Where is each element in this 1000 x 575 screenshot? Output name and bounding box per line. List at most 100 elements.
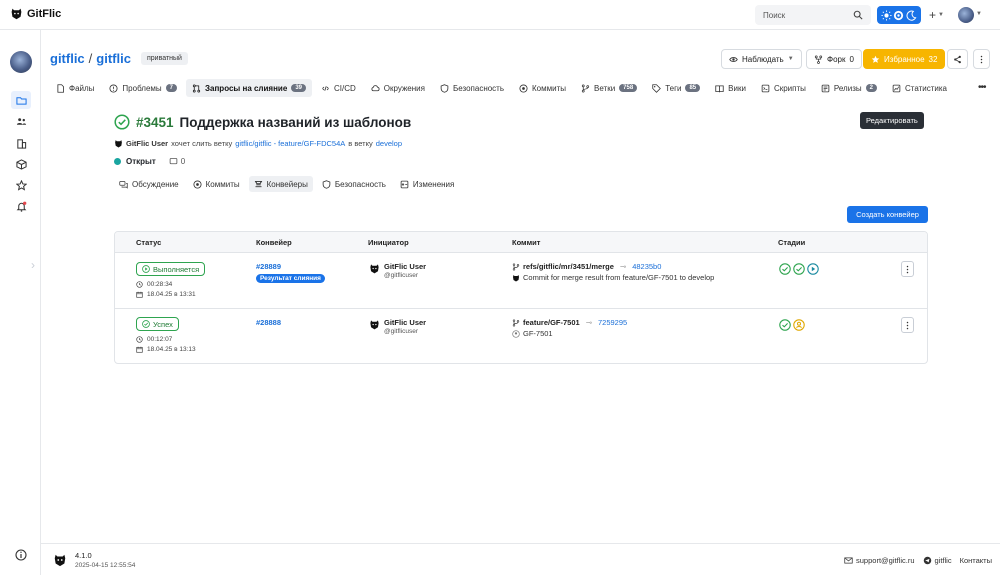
issue-icon [109, 83, 118, 93]
date-text: 18.04.25 в 13:13 [147, 346, 196, 353]
stage-manual-icon[interactable] [793, 319, 805, 331]
pipeline-link[interactable]: #28889 [256, 262, 281, 271]
status-badge[interactable]: Выполняется [136, 262, 206, 276]
tab-label: CI/CD [334, 83, 356, 93]
tab-pipelines[interactable]: Конвейеры [248, 176, 313, 192]
tab-statistics[interactable]: Статистика [886, 79, 953, 97]
users-icon [16, 117, 26, 125]
bell-icon [16, 201, 26, 212]
tab-changes[interactable]: Изменения [395, 176, 459, 192]
row-menu-button[interactable] [901, 317, 914, 333]
tab-label: Окружения [383, 83, 425, 93]
fork-count: 0 [849, 54, 854, 64]
sun-icon[interactable] [881, 9, 892, 21]
create-pipeline-button[interactable]: Создать конвейер [847, 206, 928, 223]
tab-label: Файлы [69, 83, 95, 93]
visibility-badge: приватный [140, 52, 188, 65]
tab-releases[interactable]: Релизы 2 [815, 79, 883, 97]
stage-success-icon[interactable] [779, 263, 791, 275]
tab-discussion[interactable]: Обсуждение [114, 176, 184, 192]
search-box[interactable] [755, 5, 871, 25]
sidebar-item-favorites[interactable] [11, 176, 31, 194]
chevron-down-icon[interactable]: ▼ [976, 11, 982, 17]
column-header-stages: Стадии [778, 238, 806, 247]
search-input[interactable] [763, 10, 849, 20]
chevron-down-icon: ▼ [787, 56, 794, 62]
moon-icon[interactable] [906, 10, 917, 21]
tab-label: Обсуждение [132, 179, 179, 189]
status-badge[interactable]: Успех [136, 317, 179, 331]
tab-issues[interactable]: Проблемы 7 [103, 79, 183, 97]
commit-message-text: GF-7501 [523, 329, 553, 338]
commit-ref: refs/gitflic/mr/3451/merge ⊸ 48235b0 [512, 262, 661, 271]
initiator-name[interactable]: GitFlic User [384, 318, 426, 327]
sidebar-item-teams[interactable] [11, 112, 31, 130]
ref-name[interactable]: feature/GF-7501 [523, 318, 580, 327]
create-menu-button[interactable]: + ▼ [929, 8, 944, 22]
share-button[interactable] [947, 49, 968, 69]
favorite-button[interactable]: Избранное 32 [863, 49, 946, 69]
mr-author[interactable]: GitFlic User [126, 139, 168, 148]
diff-icon [400, 180, 409, 188]
script-icon [761, 84, 770, 92]
tab-tags[interactable]: Теги 85 [646, 79, 706, 97]
sidebar-item-packages[interactable] [11, 155, 31, 173]
fork-button[interactable]: Форк 0 [806, 49, 862, 69]
tab-label: Безопасность [334, 179, 386, 189]
clock-icon [136, 336, 143, 343]
status-label: Открыт [126, 157, 156, 166]
stage-success-icon[interactable] [793, 263, 805, 275]
merge-result-badge: Результат слияния [256, 274, 325, 283]
info-icon[interactable] [15, 549, 27, 561]
support-email-link[interactable]: support@gitflic.ru [844, 556, 915, 565]
sidebar-item-projects[interactable] [11, 91, 31, 109]
row-menu-button[interactable] [901, 261, 914, 277]
source-branch-link[interactable]: gitflic/gitflic - feature/GF-FDC54A [235, 139, 345, 148]
tab-files[interactable]: Файлы [50, 79, 100, 97]
commit-hash-link[interactable]: 48235b0 [632, 262, 661, 271]
repo-menu-button[interactable] [973, 49, 990, 69]
stage-running-icon[interactable] [807, 263, 819, 275]
contacts-link[interactable]: Контакты [960, 556, 992, 565]
duration: 00:28:34 [136, 281, 172, 288]
tab-commits[interactable]: Коммиты [513, 79, 572, 97]
tab-cicd[interactable]: CI/CD [315, 79, 362, 97]
repo-name-link[interactable]: gitflic [96, 51, 131, 66]
stage-success-icon[interactable] [779, 319, 791, 331]
repo-owner-link[interactable]: gitflic [50, 51, 85, 66]
project-avatar[interactable] [10, 51, 32, 73]
auto-theme-icon[interactable] [893, 10, 904, 21]
tab-branches[interactable]: Ветки 758 [575, 79, 643, 97]
sidebar-item-companies[interactable] [11, 134, 31, 152]
ref-name[interactable]: refs/gitflic/mr/3451/merge [523, 262, 614, 271]
pipeline-link[interactable]: #28888 [256, 318, 281, 327]
tab-merge-requests[interactable]: Запросы на слияние 39 [186, 79, 312, 97]
initiator-name[interactable]: GitFlic User [384, 262, 426, 271]
more-horizontal-icon[interactable]: ••• [978, 82, 986, 93]
target-branch-link[interactable]: develop [376, 139, 402, 148]
sidebar-item-notifications[interactable] [11, 197, 31, 215]
tab-mr-security[interactable]: Безопасность [317, 176, 391, 192]
more-vertical-icon [906, 321, 909, 329]
app-logo[interactable]: GitFlic [10, 7, 61, 20]
tab-environments[interactable]: Окружения [365, 79, 431, 97]
theme-toggle[interactable] [877, 6, 921, 24]
support-email-text: support@gitflic.ru [856, 556, 915, 565]
repo-tabs: Файлы Проблемы 7 Запросы на слияние 39 C… [50, 78, 995, 98]
telegram-link[interactable]: gitflic [923, 556, 952, 565]
commit-message-text: Commit for merge result from feature/GF-… [523, 273, 715, 282]
tab-security[interactable]: Безопасность [434, 79, 510, 97]
user-avatar[interactable] [958, 7, 974, 23]
chevron-down-icon: ▼ [938, 12, 944, 18]
commit-hash-link[interactable]: 7259295 [598, 318, 627, 327]
pipelines-table: Статус Конвейер Инициатор Коммит Стадии … [114, 231, 928, 364]
sidebar-expand-icon[interactable]: › [31, 258, 35, 272]
tab-wiki[interactable]: Вики [709, 79, 752, 97]
bear-logo-icon[interactable] [53, 553, 67, 567]
tab-scripts[interactable]: Скрипты [755, 79, 812, 97]
tab-mr-commits[interactable]: Коммиты [188, 176, 245, 192]
watch-label: Наблюдать [742, 54, 784, 64]
watch-button[interactable]: Наблюдать ▼ [721, 49, 802, 69]
initiator-handle: @gitflicuser [384, 272, 419, 279]
fork-label: Форк [827, 54, 846, 64]
